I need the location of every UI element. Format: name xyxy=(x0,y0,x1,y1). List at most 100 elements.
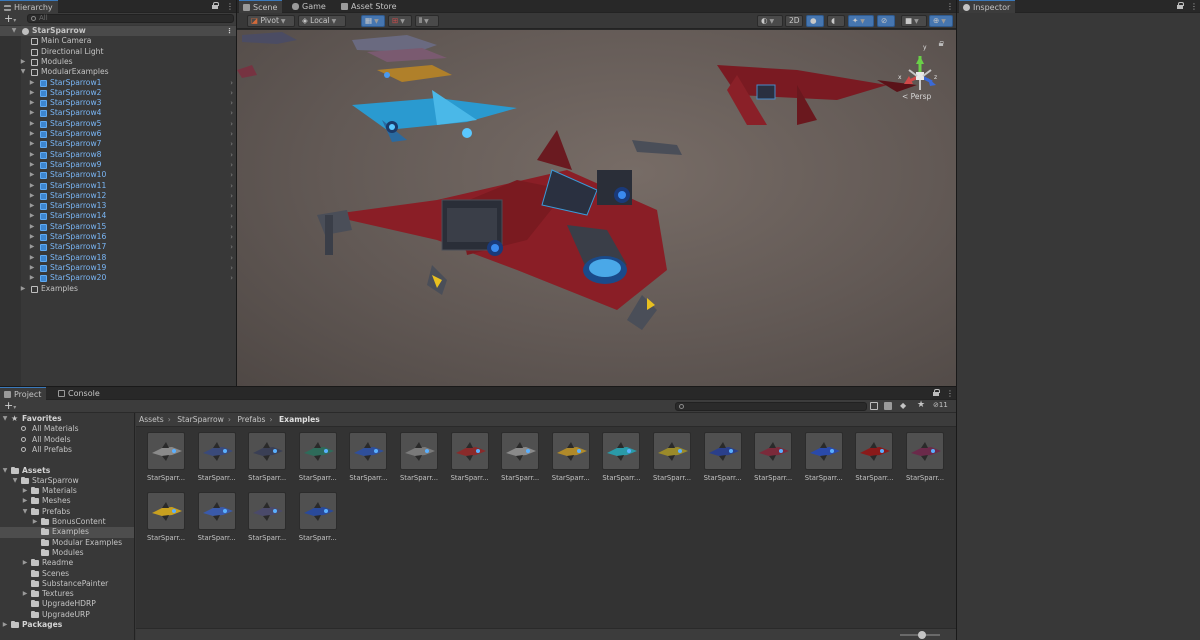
asset-prefab-tile[interactable]: StarSparr... xyxy=(499,432,541,488)
folder-tree-item[interactable]: Modules xyxy=(0,548,134,558)
open-prefab-chevron-icon[interactable]: › xyxy=(230,201,233,211)
folder-tree-item[interactable]: ▶ Materials xyxy=(0,486,134,496)
folder-tree-item[interactable]: Scenes xyxy=(0,569,134,579)
expand-arrow-right-icon[interactable]: ▶ xyxy=(29,222,35,232)
camera-settings-dropdown[interactable]: ■ ▼ xyxy=(901,15,927,27)
folder-tree-item[interactable]: UpgradeHDRP xyxy=(0,599,134,609)
hierarchy-row[interactable]: ▶ StarSparrow15 › xyxy=(0,222,236,232)
hierarchy-row[interactable]: Directional Light xyxy=(0,47,236,57)
expand-arrow-right-icon[interactable]: ▶ xyxy=(29,242,35,252)
expand-arrow-down-icon[interactable]: ▼ xyxy=(12,476,18,486)
expand-arrow-right-icon[interactable]: ▶ xyxy=(20,284,26,294)
create-asset-button[interactable]: +▾ xyxy=(4,400,16,413)
asset-prefab-tile[interactable]: StarSparr... xyxy=(853,432,895,488)
expand-arrow-down-icon[interactable]: ▼ xyxy=(2,466,8,476)
expand-arrow-down-icon[interactable]: ▼ xyxy=(20,67,26,77)
effects-dropdown[interactable]: ✦ ▼ xyxy=(848,15,874,27)
hierarchy-row[interactable]: ▶ StarSparrow2 › xyxy=(0,88,236,98)
expand-arrow-right-icon[interactable]: ▶ xyxy=(29,273,35,283)
hierarchy-search-input[interactable]: All xyxy=(27,14,234,23)
open-prefab-chevron-icon[interactable]: › xyxy=(230,78,233,88)
align-button[interactable]: ⫴ ▼ xyxy=(415,15,439,27)
asset-prefab-tile[interactable]: StarSparr... xyxy=(347,432,389,488)
expand-arrow-right-icon[interactable]: ▶ xyxy=(29,129,35,139)
expand-arrow-right-icon[interactable]: ▶ xyxy=(29,170,35,180)
expand-arrow-down-icon[interactable]: ▼ xyxy=(22,507,28,517)
hierarchy-row[interactable]: ▶ Examples xyxy=(0,284,236,294)
open-prefab-chevron-icon[interactable]: › xyxy=(230,88,233,98)
hierarchy-row[interactable]: ▶ StarSparrow7 › xyxy=(0,139,236,149)
open-prefab-chevron-icon[interactable]: › xyxy=(230,273,233,283)
favorite-star-icon[interactable]: ★ xyxy=(917,400,925,410)
tab-game[interactable]: Game xyxy=(288,0,331,13)
hierarchy-row[interactable]: ▶ StarSparrow9 › xyxy=(0,160,236,170)
favorite-search-item[interactable]: All Models xyxy=(0,435,134,445)
expand-arrow-right-icon[interactable]: ▶ xyxy=(29,150,35,160)
expand-arrow-right-icon[interactable]: ▶ xyxy=(2,620,8,630)
expand-arrow-right-icon[interactable]: ▶ xyxy=(29,139,35,149)
open-prefab-chevron-icon[interactable]: › xyxy=(230,222,233,232)
asset-prefab-tile[interactable]: StarSparr... xyxy=(550,432,592,488)
draw-mode-dropdown[interactable]: ◐ ▼ xyxy=(757,15,783,27)
hierarchy-row[interactable]: ▶ StarSparrow11 › xyxy=(0,181,236,191)
open-prefab-chevron-icon[interactable]: › xyxy=(230,242,233,252)
local-dropdown[interactable]: ◈ Local ▼ xyxy=(298,15,346,27)
open-prefab-chevron-icon[interactable]: › xyxy=(230,191,233,201)
asset-prefab-tile[interactable]: StarSparr... xyxy=(145,432,187,488)
breadcrumb-starsparrow[interactable]: StarSparrow xyxy=(177,415,224,424)
project-kebab-menu-icon[interactable]: ⋮ xyxy=(946,389,954,398)
folder-tree-item[interactable]: ▶ Textures xyxy=(0,589,134,599)
asset-prefab-tile[interactable]: StarSparr... xyxy=(752,432,794,488)
project-lock-icon[interactable] xyxy=(933,389,940,396)
scene-kebab-menu-icon[interactable]: ⋮ xyxy=(946,2,954,11)
asset-prefab-tile[interactable]: StarSparr... xyxy=(297,492,339,548)
lock-icon[interactable] xyxy=(212,2,219,9)
open-prefab-chevron-icon[interactable]: › xyxy=(230,181,233,191)
hierarchy-row[interactable]: Main Camera xyxy=(0,36,236,46)
asset-prefab-tile[interactable]: StarSparr... xyxy=(449,432,491,488)
asset-prefab-tile[interactable]: StarSparr... xyxy=(600,432,642,488)
hierarchy-row[interactable]: ▶ StarSparrow10 › xyxy=(0,170,236,180)
tab-inspector[interactable]: Inspector xyxy=(959,0,1016,13)
expand-arrow-right-icon[interactable]: ▶ xyxy=(22,589,28,599)
expand-arrow-right-icon[interactable]: ▶ xyxy=(29,253,35,263)
open-prefab-chevron-icon[interactable]: › xyxy=(230,119,233,129)
project-search-input[interactable] xyxy=(675,402,867,411)
hierarchy-row[interactable]: ▶ StarSparrow12 › xyxy=(0,191,236,201)
folder-tree-item[interactable]: Examples xyxy=(0,527,134,538)
tab-asset-store[interactable]: Asset Store xyxy=(337,0,402,13)
asset-prefab-tile[interactable]: StarSparr... xyxy=(246,492,288,548)
open-prefab-chevron-icon[interactable]: › xyxy=(230,150,233,160)
folder-tree-item[interactable]: ▼ Assets xyxy=(0,466,134,476)
hierarchy-row[interactable]: ▶ StarSparrow6 › xyxy=(0,129,236,139)
expand-arrow-right-icon[interactable]: ▶ xyxy=(29,98,35,108)
hierarchy-row[interactable]: ▶ StarSparrow18 › xyxy=(0,253,236,263)
folder-tree-item[interactable]: UpgradeURP xyxy=(0,610,134,620)
expand-arrow-right-icon[interactable]: ▶ xyxy=(29,160,35,170)
hierarchy-row[interactable]: ▶ StarSparrow13 › xyxy=(0,201,236,211)
snap-increment-button[interactable]: ⊞ ▼ xyxy=(388,15,412,27)
slider-knob[interactable] xyxy=(918,631,926,639)
hierarchy-row[interactable]: ▶ StarSparrow4 › xyxy=(0,108,236,118)
scene-filter-icon[interactable] xyxy=(884,402,892,410)
hierarchy-row[interactable]: ▶ StarSparrow1 › xyxy=(0,78,236,88)
asset-prefab-tile[interactable]: StarSparr... xyxy=(246,432,288,488)
hierarchy-row[interactable]: ▶ StarSparrow5 › xyxy=(0,119,236,129)
favorite-search-item[interactable]: All Materials xyxy=(0,424,134,434)
hierarchy-row[interactable]: ▶ StarSparrow19 › xyxy=(0,263,236,273)
scene-viewport[interactable]: y x z < Persp xyxy=(237,30,956,386)
lighting-toggle[interactable]: ● xyxy=(806,15,824,27)
pivot-dropdown[interactable]: ◪ Pivot ▼ xyxy=(247,15,295,27)
scene-kebab-icon[interactable]: ⋮ xyxy=(226,26,233,36)
grid-snap-toggle[interactable]: ▦ ▼ xyxy=(361,15,385,27)
hierarchy-row[interactable]: ▶ StarSparrow20 › xyxy=(0,273,236,283)
folder-tree-item[interactable]: SubstancePainter xyxy=(0,579,134,589)
expand-arrow-right-icon[interactable]: ▶ xyxy=(29,211,35,221)
hidden-objects-toggle[interactable]: ⊘ xyxy=(877,15,895,27)
hierarchy-row[interactable]: ▶ Modules xyxy=(0,57,236,67)
expand-arrow-right-icon[interactable]: ▶ xyxy=(29,191,35,201)
asset-prefab-tile[interactable]: StarSparr... xyxy=(803,432,845,488)
expand-arrow-down-icon[interactable]: ▼ xyxy=(11,26,17,36)
asset-prefab-tile[interactable]: StarSparr... xyxy=(196,492,238,548)
asset-prefab-tile[interactable]: StarSparr... xyxy=(702,432,744,488)
